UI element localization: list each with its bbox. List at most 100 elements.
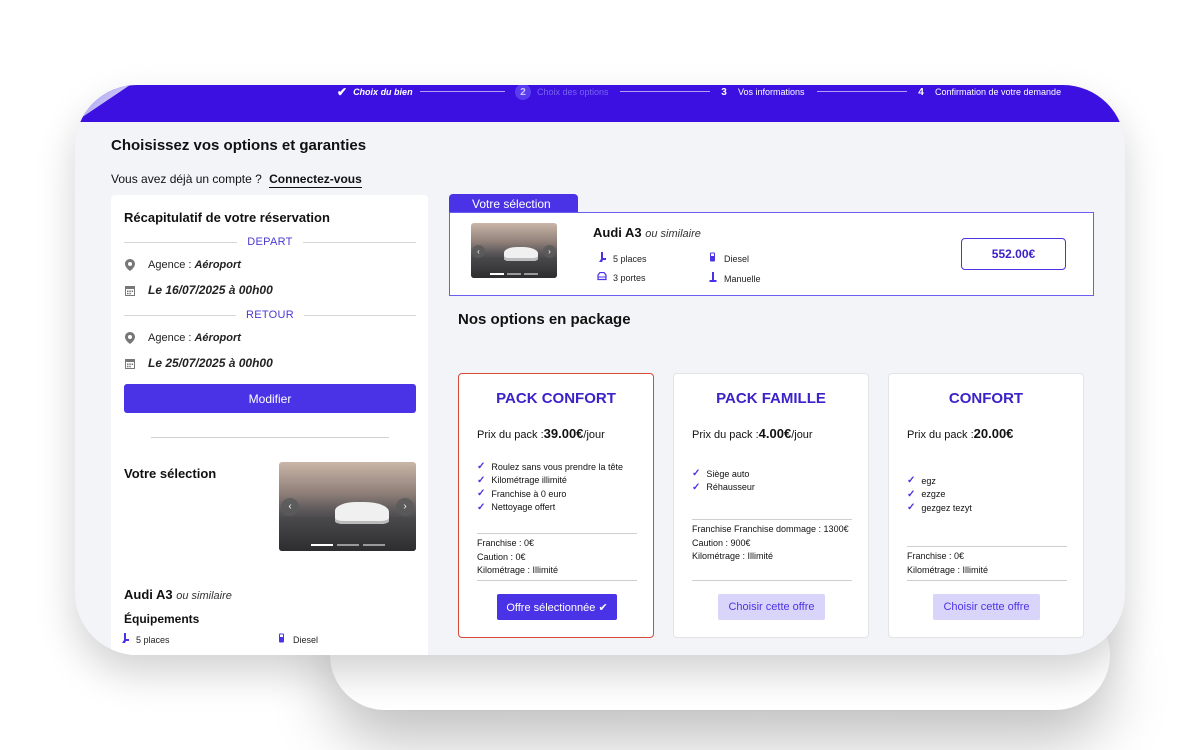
condition-franchise: Franchise : 0€: [477, 538, 535, 548]
feature-item: ✓ ezgze: [907, 488, 946, 500]
spec-seats-text: 5 places: [613, 253, 647, 264]
gearbox-icon: [708, 272, 718, 285]
choose-offer-button[interactable]: Choisir cette offre: [933, 594, 1040, 620]
summary-title: Récapitulatif de votre réservation: [124, 210, 330, 225]
selected-offer-button[interactable]: Offre sélectionnée ✔: [497, 594, 617, 620]
condition-mileage: Kilométrage : Illimité: [692, 551, 774, 561]
agency-prefix: Agence :: [148, 332, 192, 344]
car-model: Audi A3: [593, 225, 642, 240]
check-icon: ✓: [907, 488, 916, 500]
step-label: Choix des options: [537, 87, 609, 97]
pack-price: Prix du pack :4.00€/jour: [692, 426, 813, 441]
choose-offer-button[interactable]: Choisir cette offre: [718, 594, 825, 620]
seat-icon: [597, 252, 607, 265]
carousel-next-icon[interactable]: ›: [396, 497, 414, 516]
selection-tab: Votre sélection: [449, 194, 578, 213]
carousel-dots: [310, 544, 385, 546]
equipment-title: Équipements: [124, 612, 200, 626]
car-image-carousel[interactable]: ‹ ›: [279, 462, 416, 551]
pack-card-famille[interactable]: PACK FAMILLE Prix du pack :4.00€/jour ✓ S…: [673, 373, 869, 638]
condition-franchise: Franchise : 0€: [907, 551, 965, 561]
step-vos-informations[interactable]: 3 Vos informations: [716, 85, 805, 99]
agency-name: Aéroport: [194, 259, 241, 271]
feature-item: ✓ Kilométrage illimité: [477, 474, 567, 486]
depart-date-text: Le 16/07/2025 à 00h00: [148, 283, 273, 297]
modify-button[interactable]: Modifier: [124, 384, 416, 413]
car-image-carousel[interactable]: ‹ ›: [471, 223, 557, 278]
fuel-pump-icon: [708, 252, 718, 265]
car-photo: [504, 247, 538, 261]
divider: [151, 437, 389, 438]
pack-name: PACK CONFORT: [496, 390, 616, 407]
spec-doors-text: 3 portes: [613, 273, 646, 283]
map-pin-icon: [124, 259, 136, 271]
app-window: ✔ Choix du bien 2 Choix des options 3 Vo…: [75, 85, 1125, 655]
depart-agency: Agence : Aéroport: [124, 259, 241, 271]
step-label: Vos informations: [738, 87, 805, 97]
step-connector: [620, 91, 710, 92]
step-choix-du-bien[interactable]: ✔ Choix du bien: [337, 85, 413, 99]
spec-seats-text: 5 places: [136, 634, 170, 645]
step-choix-des-options[interactable]: 2 Choix des options: [515, 85, 609, 100]
return-date: Le 25/07/2025 à 00h00: [124, 356, 273, 370]
selection-card: ‹ › Audi A3 ou similaire 5 places Diesel…: [449, 212, 1094, 296]
total-price: 552.00€: [961, 238, 1066, 270]
check-icon: ✓: [692, 481, 701, 493]
check-icon: ✔: [337, 85, 348, 99]
spec-doors: 3 portes: [597, 271, 646, 284]
pack-features: ✓ Siège auto ✓ Réhausseur: [692, 467, 755, 494]
check-icon: ✓: [692, 468, 701, 480]
feature-item: ✓ Roulez sans vous prendre la tête: [477, 461, 623, 473]
price-value: 20.00€: [973, 426, 1014, 441]
calendar-icon: [124, 285, 136, 296]
carousel-prev-icon[interactable]: ‹: [472, 244, 485, 258]
pack-price: Prix du pack :20.00€: [907, 426, 1013, 441]
selected-car-name: Audi A3 ou similaire: [593, 225, 701, 240]
pack-name: PACK FAMILLE: [716, 390, 826, 407]
condition-caution: Caution : 0€: [477, 551, 526, 562]
pack-card-confort-simple[interactable]: CONFORT Prix du pack :20.00€ ✓ egz ✓ ezgze…: [888, 373, 1084, 638]
condition-mileage: Kilométrage : Illimité: [477, 565, 559, 575]
spec-fuel-text: Diesel: [293, 634, 319, 645]
check-icon: ✓: [477, 461, 486, 473]
seat-icon: [120, 633, 130, 646]
carousel-next-icon[interactable]: ›: [543, 244, 556, 258]
car-door-icon: [597, 271, 607, 284]
spec-seats: 5 places: [120, 633, 170, 646]
step-confirmation[interactable]: 4 Confirmation de votre demande: [913, 85, 1061, 99]
spec-fuel-text: Diesel: [724, 253, 750, 264]
feature-item: ✓ Nettoyage offert: [477, 501, 556, 513]
spec-fuel: Diesel: [277, 633, 318, 646]
step-number: 2: [515, 85, 531, 100]
spec-seats: 5 places: [597, 252, 647, 265]
account-prompt: Vous avez déjà un compte ? Connectez-vou…: [111, 172, 362, 188]
account-prompt-text: Vous avez déjà un compte ?: [111, 172, 262, 186]
pack-price: Prix du pack :39.00€/jour: [477, 426, 605, 441]
divider: [692, 580, 852, 581]
progress-stepper: ✔ Choix du bien 2 Choix des options 3 Vo…: [75, 85, 1125, 122]
divider: [907, 546, 1067, 547]
check-icon: ✓: [477, 501, 486, 513]
pack-card-confort[interactable]: PACK CONFORT Prix du pack :39.00€/jour ✓…: [458, 373, 654, 638]
price-value: 39.00€: [543, 426, 584, 441]
agency-name: Aéroport: [194, 332, 241, 344]
divider: [692, 519, 852, 520]
pack-conditions: Franchise : 0€ Caution : 0€ Kilométrage …: [477, 537, 637, 578]
price-prefix: Prix du pack :: [692, 429, 759, 441]
carousel-prev-icon[interactable]: ‹: [281, 497, 299, 516]
login-link[interactable]: Connectez-vous: [269, 172, 362, 188]
depart-label: DEPART: [247, 236, 293, 248]
feature-item: ✓ Franchise à 0 euro: [477, 488, 567, 500]
corner-ribbon: [75, 85, 130, 122]
spec-gearbox-text: Manuelle: [724, 273, 761, 284]
depart-divider: DEPART: [124, 235, 416, 249]
feature-item: ✓ Réhausseur: [692, 481, 755, 493]
check-icon: ✓: [907, 502, 916, 514]
return-divider: RETOUR: [124, 308, 417, 322]
car-name: Audi A3 ou similaire: [124, 587, 232, 602]
depart-date: Le 16/07/2025 à 00h00: [124, 283, 273, 297]
return-agency: Agence : Aéroport: [124, 332, 241, 344]
return-date-text: Le 25/07/2025 à 00h00: [148, 356, 273, 370]
feature-item: ✓ gezgez tezyt: [907, 502, 972, 514]
calendar-icon: [124, 358, 136, 369]
